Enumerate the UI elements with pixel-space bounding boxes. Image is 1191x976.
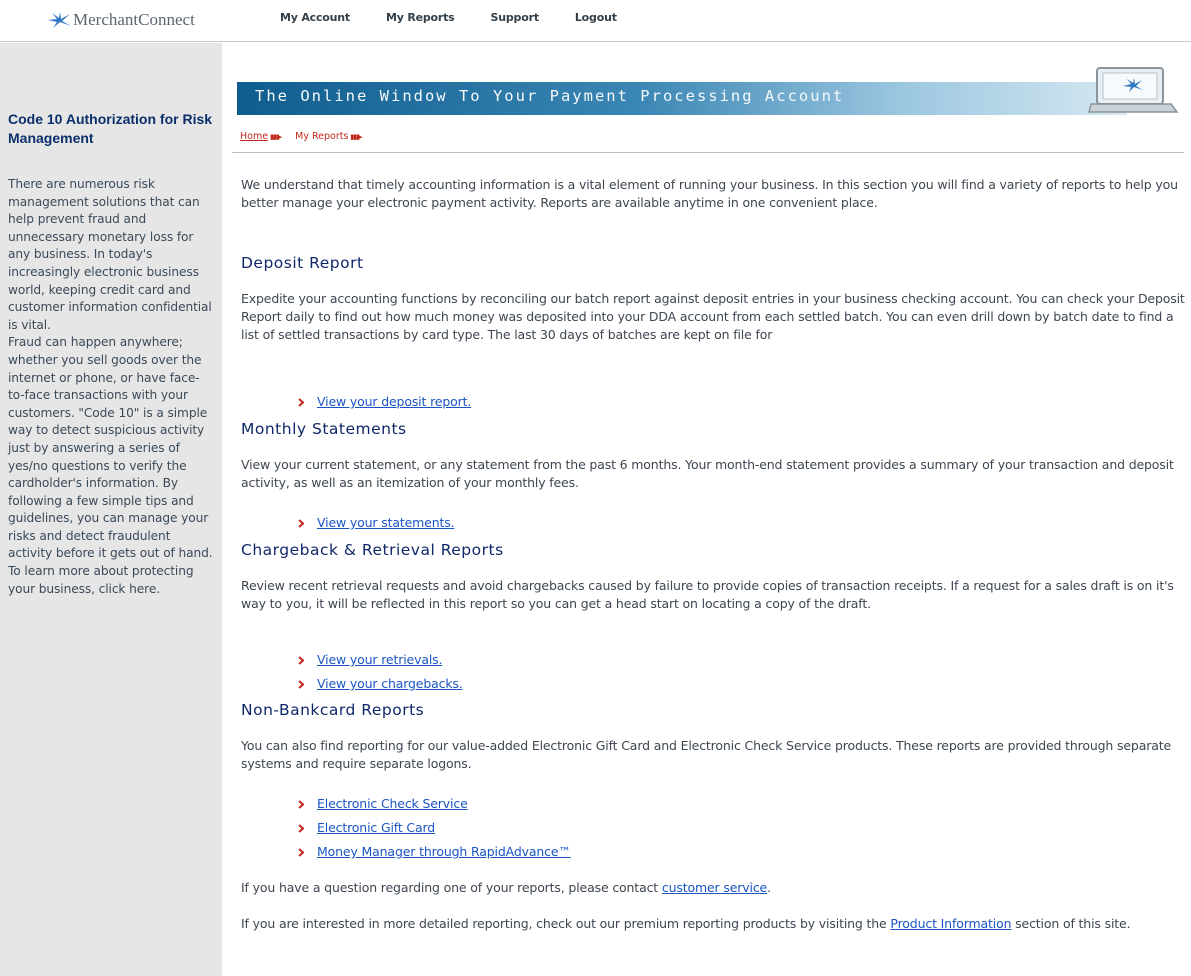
premium-text: If you are interested in more detailed r… (241, 915, 1186, 933)
premium-prefix: If you are interested in more detailed r… (241, 916, 891, 931)
sidebar: Code 10 Authorization for Risk Managemen… (0, 43, 222, 976)
deposit-link-item: View your deposit report. (298, 393, 471, 411)
merchantconnect-logo[interactable]: MerchantConnect (46, 10, 195, 30)
intro-text: We understand that timely accounting inf… (241, 177, 1178, 210)
chevron-right-icon (298, 847, 304, 857)
chevron-right-icon (298, 518, 304, 528)
retrievals-link-item: View your retrievals. (298, 651, 442, 669)
star-swoosh-icon (48, 12, 71, 28)
sidebar-paragraph-2[interactable]: Fraud can happen anywhere; whether you s… (8, 334, 213, 598)
breadcrumb-divider (232, 152, 1184, 153)
chargeback-heading: Chargeback & Retrieval Reports (241, 541, 504, 559)
check-service-link-item: Electronic Check Service (298, 795, 468, 813)
breadcrumb-my-reports[interactable]: My Reports (295, 131, 348, 142)
chevron-right-icon (298, 655, 304, 665)
chevron-right-icon (298, 679, 304, 689)
deposit-text: Expedite your accounting functions by re… (241, 291, 1185, 342)
nonbank-text: You can also find reporting for our valu… (241, 738, 1172, 771)
chargeback-text: Review recent retrieval requests and avo… (241, 578, 1174, 611)
nav-logout[interactable]: Logout (575, 11, 617, 24)
product-information-link[interactable]: Product Information (890, 916, 1011, 931)
premium-suffix: section of this site. (1011, 916, 1131, 931)
breadcrumb-home[interactable]: Home (240, 131, 268, 142)
monthly-link-item: View your statements. (298, 514, 455, 532)
breadcrumb: Home ▮▮▮▸ My Reports ▮▮▮▸ (240, 131, 376, 142)
top-bar: MerchantConnect My Account My Reports Su… (0, 0, 1191, 42)
view-retrievals-link[interactable]: View your retrievals. (317, 651, 442, 669)
electronic-gift-card-link[interactable]: Electronic Gift Card (317, 819, 435, 837)
question-prefix: If you have a question regarding one of … (241, 880, 662, 895)
question-suffix: . (767, 880, 771, 895)
customer-service-link[interactable]: customer service (662, 880, 767, 895)
top-nav: My Account My Reports Support Logout (280, 11, 653, 24)
nav-support[interactable]: Support (491, 11, 540, 24)
nonbank-heading: Non-Bankcard Reports (241, 701, 425, 719)
logo-text: MerchantConnect (73, 10, 195, 29)
nav-my-account[interactable]: My Account (280, 11, 350, 24)
money-manager-link-item: Money Manager through RapidAdvance™ (298, 843, 571, 861)
monthly-heading: Monthly Statements (241, 420, 407, 438)
view-deposit-report-link[interactable]: View your deposit report. (317, 393, 471, 411)
electronic-check-service-link[interactable]: Electronic Check Service (317, 795, 468, 813)
monthly-text: View your current statement, or any stat… (241, 457, 1174, 490)
deposit-heading: Deposit Report (241, 254, 364, 272)
laptop-logo-icon (1088, 67, 1179, 113)
sidebar-title: Code 10 Authorization for Risk Managemen… (8, 111, 213, 146)
banner-text: The Online Window To Your Payment Proces… (255, 87, 845, 105)
chevron-right-icon (298, 799, 304, 809)
money-manager-link[interactable]: Money Manager through RapidAdvance™ (317, 843, 571, 861)
nav-my-reports[interactable]: My Reports (386, 11, 455, 24)
breadcrumb-separator-icon: ▮▮▮▸ (270, 132, 282, 141)
chargebacks-link-item: View your chargebacks. (298, 675, 463, 693)
chevron-right-icon (298, 823, 304, 833)
chevron-right-icon (298, 397, 304, 407)
banner: The Online Window To Your Payment Proces… (237, 82, 1127, 115)
sidebar-body: There are numerous risk management solut… (8, 176, 213, 598)
gift-card-link-item: Electronic Gift Card (298, 819, 435, 837)
breadcrumb-separator-icon: ▮▮▮▸ (350, 132, 362, 141)
question-text: If you have a question regarding one of … (241, 879, 1186, 897)
view-statements-link[interactable]: View your statements. (317, 514, 455, 532)
view-chargebacks-link[interactable]: View your chargebacks. (317, 675, 463, 693)
sidebar-paragraph-1: There are numerous risk management solut… (8, 177, 212, 332)
